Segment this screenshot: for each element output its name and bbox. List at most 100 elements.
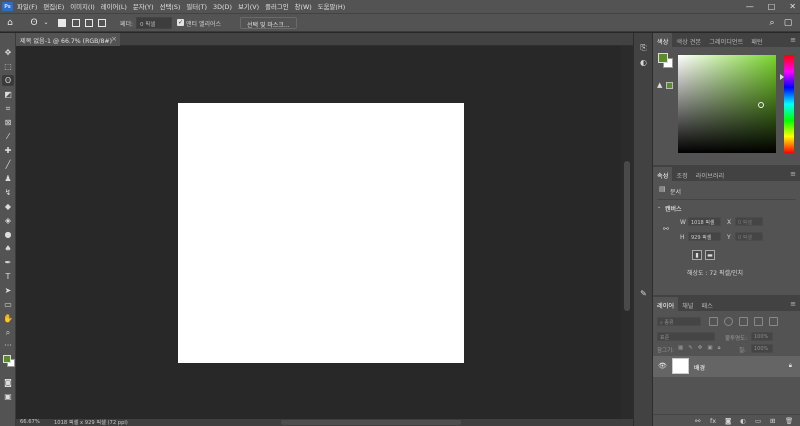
screen-mode-icon[interactable]: ▣ <box>2 391 14 402</box>
width-field[interactable]: 1018 픽셀 <box>688 217 721 226</box>
hand-tool-icon[interactable]: ✋ <box>2 313 14 324</box>
tab-adjustments[interactable]: 조정 <box>672 167 691 181</box>
delete-layer-icon[interactable]: 🗑︎ <box>785 417 793 425</box>
menu-3d[interactable]: 3D(D) <box>213 3 232 11</box>
shape-filter-icon[interactable] <box>754 317 763 326</box>
gamut-warning-icon[interactable]: ▲ <box>657 81 662 89</box>
smart-object-filter-icon[interactable] <box>769 317 778 326</box>
eyedropper-tool-icon[interactable]: ⁄ <box>2 131 14 142</box>
tab-paths[interactable]: 패스 <box>697 297 716 311</box>
tab-patterns[interactable]: 패턴 <box>747 33 766 47</box>
adjustments-panel-icon[interactable]: ◐ <box>637 57 650 68</box>
paint-bucket-tool-icon[interactable]: ◈ <box>2 215 14 226</box>
move-tool-icon[interactable]: ✥ <box>2 47 14 58</box>
new-group-icon[interactable]: ▭ <box>755 417 761 425</box>
menu-window[interactable]: 창(W) <box>295 2 312 11</box>
tab-layers[interactable]: 레이어 <box>653 297 679 311</box>
chevron-down-icon[interactable]: ⌄ <box>657 204 661 210</box>
feather-input[interactable]: 0 픽셀 <box>136 17 172 29</box>
minimize-button[interactable]: — <box>746 2 754 11</box>
eraser-tool-icon[interactable]: ◆ <box>2 201 14 212</box>
vertical-scroll-thumb[interactable] <box>624 161 630 311</box>
new-selection-icon[interactable] <box>58 19 66 27</box>
zoom-level[interactable]: 66.67% <box>20 419 40 425</box>
tab-properties[interactable]: 속성 <box>653 167 673 181</box>
document-tab[interactable]: 제목 없음-1 @ 66.7% (RGB/8#) × <box>16 33 120 46</box>
frame-tool-icon[interactable]: ⊠ <box>2 117 14 128</box>
marquee-tool-icon[interactable]: ⬚ <box>2 61 14 72</box>
menu-file[interactable]: 파일(F) <box>17 2 37 11</box>
color-marker[interactable] <box>758 102 764 108</box>
tab-swatches[interactable]: 색상 견본 <box>672 33 705 47</box>
close-tab-icon[interactable]: × <box>111 35 117 43</box>
canvas-area[interactable] <box>16 46 621 419</box>
tab-libraries[interactable]: 라이브러리 <box>692 167 728 181</box>
chevron-down-icon[interactable]: ⌄ <box>40 17 52 29</box>
panel-menu-icon[interactable]: ≡ <box>790 170 796 178</box>
new-layer-icon[interactable]: ⊞ <box>770 417 775 425</box>
path-select-tool-icon[interactable]: ➤ <box>2 285 14 296</box>
opacity-input[interactable]: 100% <box>751 332 773 341</box>
menu-help[interactable]: 도움말(H) <box>318 2 345 11</box>
antialias-checkbox[interactable]: ✓ <box>177 19 184 26</box>
tab-channels[interactable]: 채널 <box>678 297 697 311</box>
type-filter-icon[interactable] <box>739 317 748 326</box>
subtract-selection-icon[interactable] <box>85 19 93 27</box>
crop-tool-icon[interactable]: ⌗ <box>2 103 14 114</box>
menu-type[interactable]: 문자(Y) <box>133 2 154 11</box>
menu-image[interactable]: 이미지(I) <box>70 2 95 11</box>
history-brush-tool-icon[interactable]: ↯ <box>2 187 14 198</box>
lock-icon[interactable]: 🔒︎ <box>789 362 792 370</box>
x-field[interactable]: 0 픽셀 <box>735 217 763 226</box>
layer-style-icon[interactable]: fx <box>710 417 716 425</box>
visibility-eye-icon[interactable]: 👁︎ <box>658 362 667 370</box>
pixel-filter-icon[interactable] <box>709 317 718 326</box>
document-canvas[interactable] <box>178 103 464 363</box>
panel-menu-icon[interactable]: ≡ <box>790 300 796 308</box>
maximize-button[interactable]: □ <box>768 2 776 11</box>
menu-plugins[interactable]: 플러그인 <box>265 2 289 11</box>
type-tool-icon[interactable]: T <box>2 271 14 282</box>
healing-brush-tool-icon[interactable]: ✚ <box>2 145 14 156</box>
link-layers-icon[interactable]: ⚯ <box>695 417 700 425</box>
dodge-tool-icon[interactable]: ♠ <box>2 243 14 254</box>
menu-filter[interactable]: 필터(T) <box>186 2 207 11</box>
adjustment-layer-icon[interactable]: ◐ <box>740 417 746 425</box>
rectangle-tool-icon[interactable]: ▭ <box>2 299 14 310</box>
lasso-tool-icon[interactable]: ʘ <box>2 75 14 86</box>
link-icon[interactable]: ⚯ <box>663 225 669 233</box>
workspace-icon[interactable]: ▢ <box>782 17 794 29</box>
adjustment-filter-icon[interactable] <box>724 317 733 326</box>
intersect-selection-icon[interactable] <box>98 19 106 27</box>
lasso-preset-icon[interactable]: ʘ <box>28 17 40 29</box>
pen-tool-icon[interactable]: ✒ <box>2 257 14 268</box>
layer-filter-select[interactable]: ⌕ 종류 <box>657 317 701 326</box>
brushes-panel-icon[interactable]: ✎ <box>637 288 650 299</box>
object-select-tool-icon[interactable]: ◩ <box>2 89 14 100</box>
portrait-orientation-icon[interactable]: ▮ <box>692 250 702 260</box>
horizontal-scroll-thumb[interactable] <box>281 420 461 425</box>
search-icon[interactable]: ⌕ <box>766 17 778 29</box>
menu-edit[interactable]: 편집(E) <box>43 2 64 11</box>
quick-mask-icon[interactable]: ◙ <box>2 377 14 388</box>
tab-gradients[interactable]: 그레이디언트 <box>705 33 747 47</box>
menu-view[interactable]: 보기(V) <box>238 2 259 11</box>
foreground-color-swatch[interactable] <box>3 355 11 363</box>
clone-stamp-tool-icon[interactable]: ♟ <box>2 173 14 184</box>
layer-name[interactable]: 배경 <box>694 363 705 372</box>
zoom-tool-icon[interactable]: ⌕ <box>2 327 14 338</box>
tab-color[interactable]: 색상 <box>653 33 673 47</box>
home-icon[interactable]: ⌂ <box>4 17 16 29</box>
web-safe-swatch[interactable] <box>666 82 673 89</box>
menu-layer[interactable]: 레이어(L) <box>101 2 127 11</box>
foreground-swatch[interactable] <box>658 53 668 63</box>
layer-row[interactable]: 👁︎ 배경 🔒︎ <box>653 356 800 377</box>
select-and-mask-button[interactable]: 선택 및 마스크... <box>240 17 297 29</box>
height-field[interactable]: 929 픽셀 <box>688 232 721 241</box>
brush-tool-icon[interactable]: ╱ <box>2 159 14 170</box>
vertical-scrollbar[interactable] <box>621 46 633 419</box>
panel-menu-icon[interactable]: ≡ <box>790 36 796 44</box>
saturation-value-field[interactable] <box>678 55 776 153</box>
lock-icons[interactable]: ▦✎✥▣🔒︎ <box>678 345 726 352</box>
close-button[interactable]: ✕ <box>789 2 796 11</box>
